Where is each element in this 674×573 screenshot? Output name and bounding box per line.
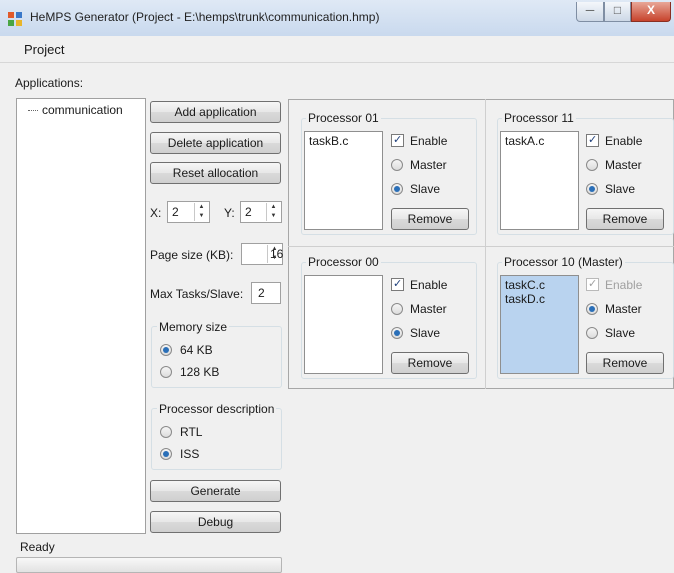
processor-10-enable-label: Enable	[605, 278, 643, 292]
maximize-button[interactable]: □	[604, 2, 631, 22]
applications-list[interactable]	[16, 98, 146, 534]
x-label: X:	[150, 206, 162, 220]
processor-00-slave-radio[interactable]	[391, 327, 403, 339]
app-icon	[8, 12, 22, 26]
processor-00-enable-label[interactable]: Enable	[410, 278, 447, 292]
max-tasks-value: 2	[258, 286, 265, 300]
processor-11-enable-checkbox[interactable]	[586, 133, 599, 147]
processor-01-task-list[interactable]: taskB.c	[304, 131, 383, 230]
memory-64kb-label[interactable]: 64 KB	[180, 343, 213, 357]
spin-down-icon[interactable]: ▼	[195, 212, 208, 221]
memory-size-title: Memory size	[157, 320, 230, 334]
menu-bar	[0, 36, 674, 63]
processor-00-title: Processor 00	[306, 255, 381, 269]
page-size-label: Page size (KB):	[150, 248, 234, 262]
task-item[interactable]: taskC.c	[505, 278, 545, 292]
spin-down-icon[interactable]: ▼	[267, 212, 280, 221]
processor-10-slave-radio[interactable]	[586, 327, 598, 339]
memory-64kb-radio[interactable]	[160, 344, 172, 356]
spin-down-icon[interactable]: ▼	[268, 254, 281, 263]
processor-10-task-list[interactable]: taskC.c taskD.c	[500, 275, 579, 374]
page-size-arrows[interactable]: ▲ ▼	[267, 245, 281, 263]
status-text: Ready	[20, 540, 55, 554]
memory-128kb-radio[interactable]	[160, 366, 172, 378]
processor-11-title: Processor 11	[502, 111, 576, 125]
reset-allocation-button[interactable]: Reset allocation	[150, 162, 281, 184]
processor-10-master-radio[interactable]	[586, 303, 598, 315]
processor-01-slave-label[interactable]: Slave	[410, 182, 440, 196]
processor-01-enable-label[interactable]: Enable	[410, 134, 447, 148]
close-button[interactable]: X	[631, 2, 671, 22]
processor-01-master-radio[interactable]	[391, 159, 403, 171]
minimize-icon: ─	[585, 3, 595, 17]
applications-label: Applications:	[15, 76, 84, 90]
processor-10-master-label[interactable]: Master	[605, 302, 642, 316]
processor-00-slave-label[interactable]: Slave	[410, 326, 440, 340]
processor-00-master-radio[interactable]	[391, 303, 403, 315]
y-value: 2	[245, 205, 252, 219]
rtl-radio[interactable]	[160, 426, 172, 438]
processor-11-master-radio[interactable]	[586, 159, 598, 171]
y-label: Y:	[224, 206, 235, 220]
rtl-label[interactable]: RTL	[180, 425, 202, 439]
spin-up-icon[interactable]: ▲	[267, 203, 280, 212]
x-spinner-arrows[interactable]: ▲ ▼	[194, 203, 208, 221]
processor-10-title: Processor 10 (Master)	[502, 255, 625, 269]
window-title: HeMPS Generator (Project - E:\hemps\trun…	[30, 10, 380, 24]
spin-up-icon[interactable]: ▲	[268, 245, 281, 254]
processor-description-title: Processor description	[157, 402, 277, 416]
add-application-button[interactable]: Add application	[150, 101, 281, 123]
processor-11-slave-radio[interactable]	[586, 183, 598, 195]
processor-01-enable-checkbox[interactable]	[391, 133, 404, 147]
delete-application-button[interactable]: Delete application	[150, 132, 281, 154]
grid-divider-horizontal	[288, 246, 674, 247]
generate-button[interactable]: Generate	[150, 480, 281, 502]
processor-00-task-list[interactable]	[304, 275, 383, 374]
processor-11-task-list[interactable]: taskA.c	[500, 131, 579, 230]
spin-up-icon[interactable]: ▲	[195, 203, 208, 212]
grid-divider-vertical	[485, 99, 486, 389]
menu-project[interactable]: Project	[24, 42, 64, 57]
close-icon: X	[646, 3, 655, 17]
processor-description-group	[151, 408, 282, 470]
processor-10-enable-checkbox	[586, 277, 599, 291]
processor-01-master-label[interactable]: Master	[410, 158, 447, 172]
tree-connector	[28, 110, 38, 111]
memory-128kb-label[interactable]: 128 KB	[180, 365, 219, 379]
processor-10-remove-button[interactable]: Remove	[586, 352, 664, 374]
processor-01-title: Processor 01	[306, 111, 381, 125]
max-tasks-label: Max Tasks/Slave:	[150, 287, 244, 301]
iss-label[interactable]: ISS	[180, 447, 199, 461]
processor-00-enable-checkbox[interactable]	[391, 277, 404, 291]
processor-11-remove-button[interactable]: Remove	[586, 208, 664, 230]
x-value: 2	[172, 205, 179, 219]
application-item[interactable]: communication	[42, 103, 123, 117]
processor-11-enable-label[interactable]: Enable	[605, 134, 642, 148]
debug-button[interactable]: Debug	[150, 511, 281, 533]
processor-01-remove-button[interactable]: Remove	[391, 208, 469, 230]
task-item[interactable]: taskD.c	[505, 292, 545, 306]
processor-10-slave-label[interactable]: Slave	[605, 326, 635, 340]
processor-00-master-label[interactable]: Master	[410, 302, 447, 316]
task-item[interactable]: taskB.c	[309, 134, 348, 148]
minimize-button[interactable]: ─	[576, 2, 604, 22]
progress-bar	[16, 557, 282, 573]
iss-radio[interactable]	[160, 448, 172, 460]
x-spinner[interactable]: 2 ▲ ▼	[167, 201, 210, 223]
y-spinner-arrows[interactable]: ▲ ▼	[266, 203, 280, 221]
processor-11-slave-label[interactable]: Slave	[605, 182, 635, 196]
processor-01-slave-radio[interactable]	[391, 183, 403, 195]
maximize-icon: □	[613, 3, 622, 17]
max-tasks-input[interactable]: 2	[251, 282, 281, 304]
y-spinner[interactable]: 2 ▲ ▼	[240, 201, 282, 223]
processor-00-remove-button[interactable]: Remove	[391, 352, 469, 374]
page-size-spinner[interactable]: 16 ▲ ▼	[241, 243, 283, 265]
task-item[interactable]: taskA.c	[505, 134, 544, 148]
processor-11-master-label[interactable]: Master	[605, 158, 642, 172]
